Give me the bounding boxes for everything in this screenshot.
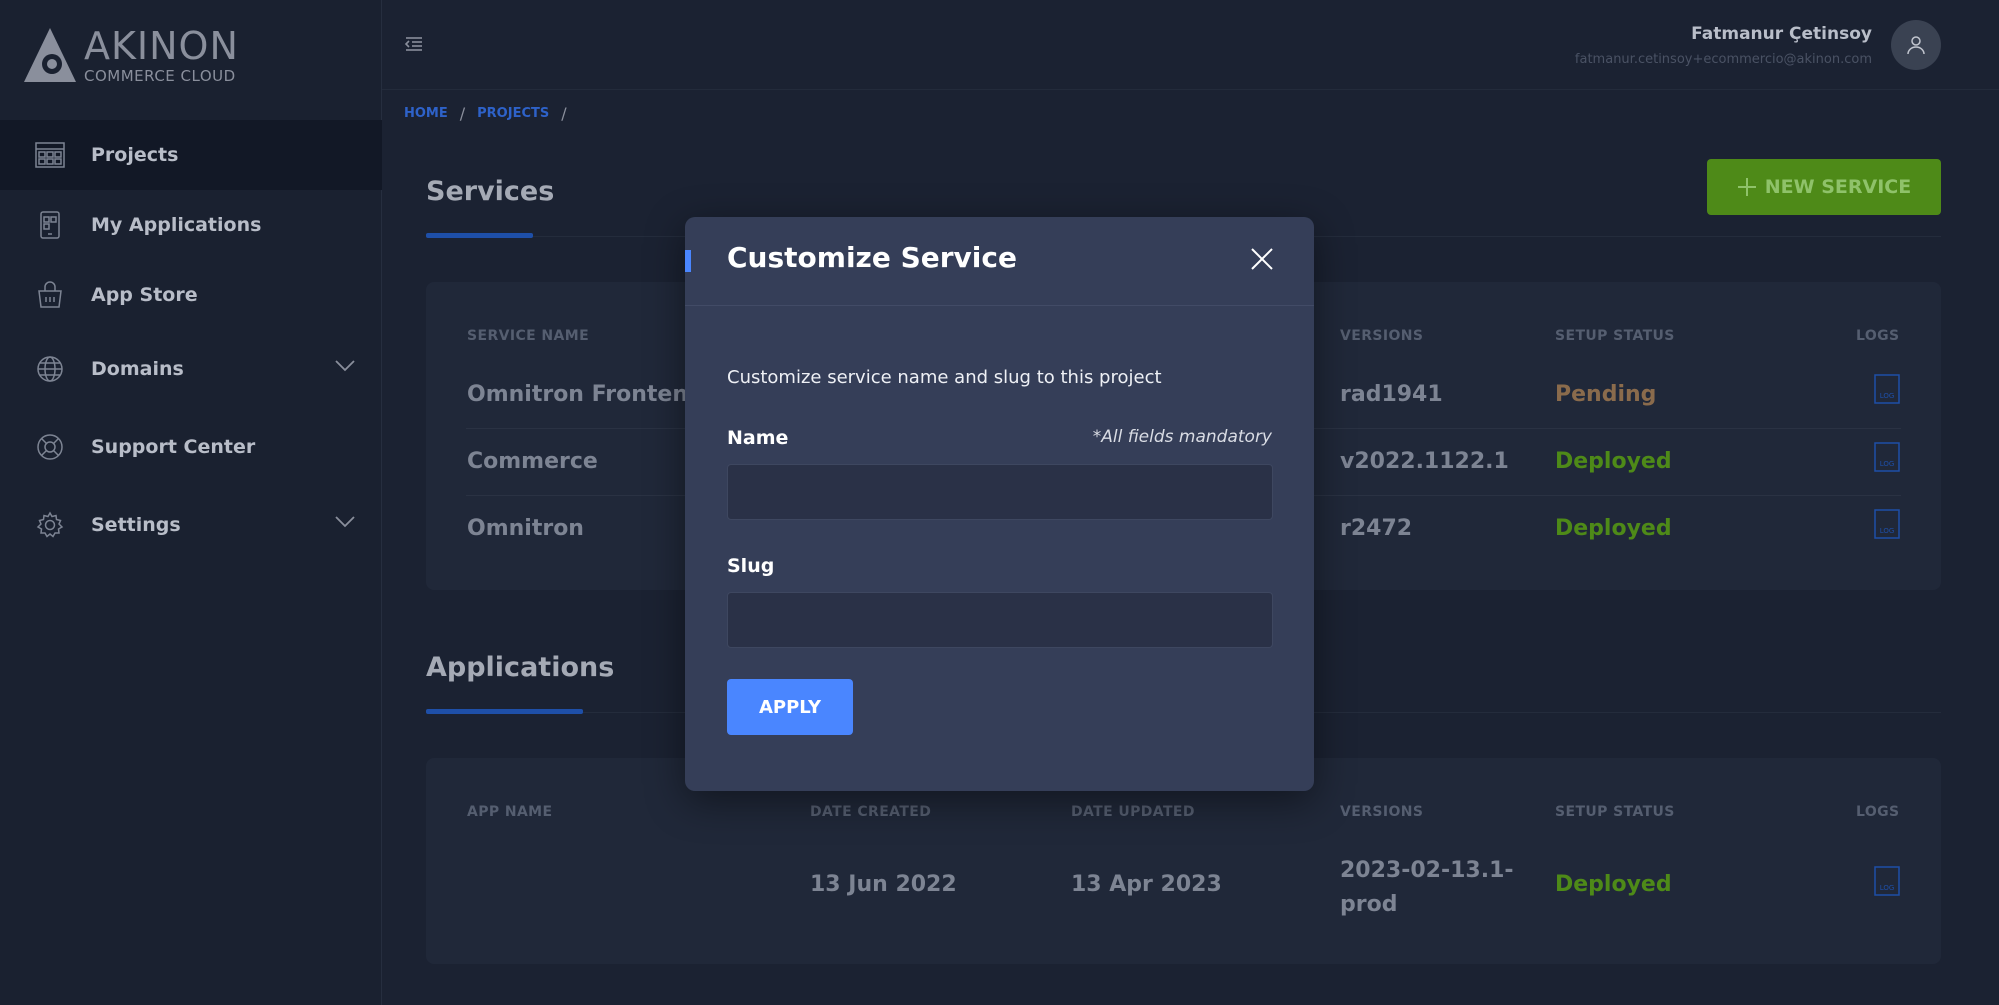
breadcrumb-projects[interactable]: PROJECTS bbox=[477, 106, 549, 121]
service-version: v2022.1122.1 bbox=[1340, 449, 1509, 474]
apply-button[interactable]: APPLY bbox=[727, 679, 853, 735]
customize-service-modal: Customize Service Customize service name… bbox=[685, 217, 1314, 791]
mandatory-note: *All fields mandatory bbox=[1092, 427, 1272, 447]
column-header-versions: VERSIONS bbox=[1340, 328, 1424, 344]
sidebar-item-projects[interactable]: Projects bbox=[0, 120, 382, 190]
column-header-logs: LOGS bbox=[1856, 328, 1900, 344]
app-version-line-2: prod bbox=[1340, 892, 1398, 917]
globe-icon bbox=[35, 354, 65, 384]
app-version-line-1: 2023-02-13.1- bbox=[1340, 858, 1514, 883]
column-header-setup-status: SETUP STATUS bbox=[1555, 804, 1675, 820]
akinon-logo[interactable]: AKINON COMMERCE CLOUD bbox=[22, 26, 262, 86]
service-version: r2472 bbox=[1340, 516, 1413, 541]
sidebar-item-label: Projects bbox=[91, 144, 179, 166]
breadcrumb-home[interactable]: HOME bbox=[404, 106, 448, 121]
sidebar-item-label: Support Center bbox=[91, 436, 256, 458]
close-icon[interactable] bbox=[1248, 245, 1276, 273]
breadcrumb: HOME / PROJECTS / bbox=[404, 104, 567, 123]
plus-icon bbox=[1737, 178, 1756, 196]
sidebar-item-label: My Applications bbox=[91, 214, 262, 236]
user-email: fatmanur.cetinsoy+ecommercio@akinon.com bbox=[1574, 52, 1872, 67]
log-file-icon[interactable]: LOG bbox=[1874, 374, 1900, 404]
services-title-underline bbox=[426, 233, 533, 238]
sidebar-item-label: App Store bbox=[91, 284, 198, 306]
logo-sub-text: COMMERCE CLOUD bbox=[84, 67, 236, 85]
sidebar-item-label: Domains bbox=[91, 358, 184, 380]
sidebar: AKINON COMMERCE CLOUD Projects My Applic… bbox=[0, 0, 382, 1005]
user-name: Fatmanur Çetinsoy bbox=[1691, 24, 1872, 44]
logo-main-text: AKINON bbox=[84, 24, 239, 68]
column-header-app-name: APP NAME bbox=[467, 804, 553, 820]
svg-text:LOG: LOG bbox=[1880, 460, 1895, 468]
app-version: 2023-02-13.1- prod bbox=[1340, 854, 1514, 922]
grid-icon bbox=[35, 140, 65, 170]
topbar: Fatmanur Çetinsoy fatmanur.cetinsoy+ecom… bbox=[382, 0, 1999, 90]
column-header-logs: LOGS bbox=[1856, 804, 1900, 820]
applications-title: Applications bbox=[426, 652, 615, 683]
name-field-label: Name bbox=[727, 427, 789, 449]
name-input[interactable] bbox=[727, 464, 1273, 520]
svg-text:LOG: LOG bbox=[1880, 392, 1895, 400]
status-badge: Deployed bbox=[1555, 872, 1672, 897]
svg-text:LOG: LOG bbox=[1880, 884, 1895, 892]
slug-field-label: Slug bbox=[727, 555, 775, 577]
breadcrumb-separator: / bbox=[459, 104, 466, 123]
akinon-logo-icon bbox=[24, 28, 76, 82]
sidebar-item-my-applications[interactable]: My Applications bbox=[0, 190, 382, 260]
column-header-date-created: DATE CREATED bbox=[810, 804, 932, 820]
shopping-basket-icon bbox=[35, 280, 65, 310]
column-header-date-updated: DATE UPDATED bbox=[1071, 804, 1195, 820]
new-service-label: NEW SERVICE bbox=[1764, 176, 1912, 198]
app-date-updated: 13 Apr 2023 bbox=[1071, 872, 1222, 897]
gear-icon bbox=[35, 510, 65, 540]
service-name[interactable]: Omnitron Frontend bbox=[467, 382, 704, 407]
service-name[interactable]: Omnitron bbox=[467, 516, 584, 541]
status-badge: Deployed bbox=[1555, 449, 1672, 474]
log-file-icon[interactable]: LOG bbox=[1874, 509, 1900, 539]
column-header-setup-status: SETUP STATUS bbox=[1555, 328, 1675, 344]
svg-text:LOG: LOG bbox=[1880, 527, 1895, 535]
column-header-service-name: SERVICE NAME bbox=[467, 328, 590, 344]
log-file-icon[interactable]: LOG bbox=[1874, 442, 1900, 472]
phone-apps-icon bbox=[35, 210, 65, 240]
sidebar-item-settings[interactable]: Settings bbox=[0, 486, 382, 564]
modal-title: Customize Service bbox=[727, 241, 1017, 274]
column-header-versions: VERSIONS bbox=[1340, 804, 1424, 820]
log-file-icon[interactable]: LOG bbox=[1874, 866, 1900, 896]
new-service-button[interactable]: NEW SERVICE bbox=[1707, 159, 1941, 215]
chevron-down-icon[interactable] bbox=[334, 354, 356, 376]
chevron-down-icon[interactable] bbox=[334, 510, 356, 532]
sidebar-item-domains[interactable]: Domains bbox=[0, 330, 382, 408]
breadcrumb-separator: / bbox=[561, 104, 567, 123]
status-badge: Deployed bbox=[1555, 516, 1672, 541]
modal-divider bbox=[685, 305, 1314, 306]
app-date-created: 13 Jun 2022 bbox=[810, 872, 957, 897]
lifebuoy-icon bbox=[35, 432, 65, 462]
status-badge: Pending bbox=[1555, 382, 1657, 407]
applications-title-underline bbox=[426, 709, 583, 714]
services-title: Services bbox=[426, 176, 555, 207]
sidebar-item-app-store[interactable]: App Store bbox=[0, 260, 382, 330]
sidebar-item-support-center[interactable]: Support Center bbox=[0, 408, 382, 486]
service-version: rad1941 bbox=[1340, 382, 1443, 407]
slug-input[interactable] bbox=[727, 592, 1273, 648]
user-icon bbox=[1907, 36, 1925, 55]
sidebar-item-label: Settings bbox=[91, 514, 181, 536]
modal-description: Customize service name and slug to this … bbox=[727, 367, 1162, 388]
modal-accent-bar bbox=[685, 250, 691, 272]
avatar[interactable] bbox=[1891, 20, 1941, 70]
service-name[interactable]: Commerce bbox=[467, 449, 598, 474]
sidebar-nav: Projects My Applications App Store Domai… bbox=[0, 120, 382, 564]
collapse-menu-icon[interactable] bbox=[404, 34, 424, 54]
